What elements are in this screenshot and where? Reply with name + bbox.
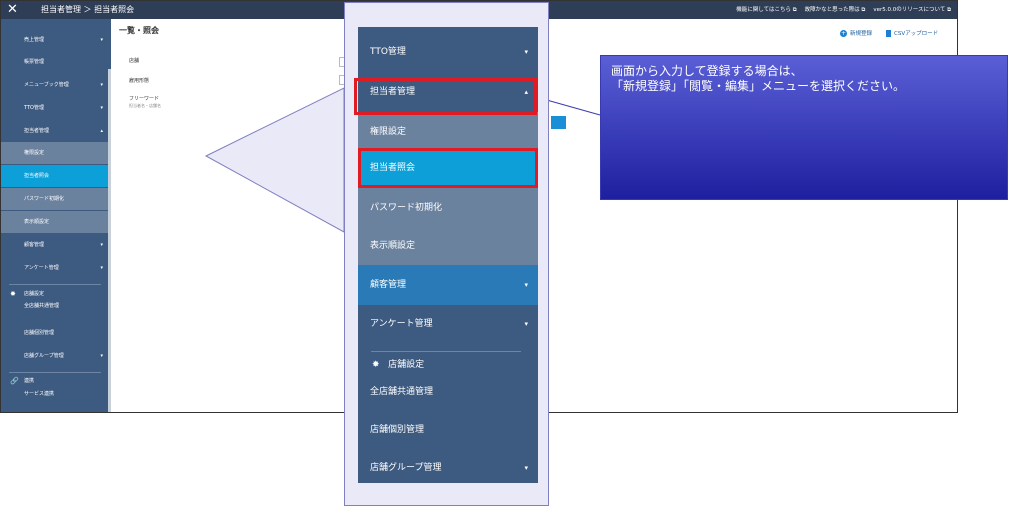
- zoom-item-label: 店舗個別管理: [370, 425, 425, 435]
- note-line-2: 「新規登録」「閲覧・編集」メニューを選択ください。: [611, 79, 906, 93]
- zoom-item-label: 顧客管理: [370, 280, 407, 290]
- zoom-divider: [371, 351, 521, 352]
- highlight-staff: [354, 78, 537, 115]
- chevron-down-icon: ▾: [524, 464, 528, 472]
- zoom-item-label: TTO管理: [370, 47, 406, 57]
- screenshot-root: ✕ 担当者管理 ＞ 担当者照会 機能に関してはこちら ⧉ 故障かなと思った際は …: [0, 0, 1024, 511]
- callout-wedge: [204, 87, 345, 233]
- chevron-down-icon: ▾: [524, 320, 528, 328]
- zoom-item-display-order[interactable]: 表示順設定: [358, 226, 538, 266]
- zoom-item-label: 全店舗共通管理: [370, 387, 434, 397]
- zoom-item-label: 権限設定: [370, 127, 407, 137]
- zoom-item-all-stores[interactable]: 全店舗共通管理: [358, 372, 538, 412]
- zoom-item-customers[interactable]: 顧客管理 ▾: [358, 265, 538, 305]
- zoom-item-password-reset[interactable]: パスワード初期化: [358, 188, 538, 228]
- zoom-item-label: 店舗グループ管理: [370, 463, 442, 473]
- zoom-item-label: アンケート管理: [370, 319, 433, 329]
- chevron-down-icon: ▾: [524, 281, 528, 289]
- zoom-item-permissions[interactable]: 権限設定: [358, 112, 538, 152]
- chevron-down-icon: ▾: [524, 48, 528, 56]
- zoom-item-tto[interactable]: TTO管理 ▾: [358, 32, 538, 72]
- gear-icon: ✸: [372, 360, 380, 370]
- note-line-1: 画面から入力して登録する場合は、: [611, 64, 803, 78]
- zoom-item-store-group[interactable]: 店舗グループ管理 ▾: [358, 448, 538, 488]
- highlight-staff-inquiry: [358, 148, 538, 188]
- zoom-heading-store: ✸ 店舗設定: [372, 360, 425, 370]
- zoom-item-label: パスワード初期化: [370, 203, 443, 213]
- zoom-item-survey[interactable]: アンケート管理 ▾: [358, 304, 538, 344]
- note-callout: 画面から入力して登録する場合は、 「新規登録」「閲覧・編集」メニューを選択くださ…: [600, 55, 1008, 200]
- zoom-item-store-individual[interactable]: 店舗個別管理: [358, 410, 538, 450]
- zoom-item-label: 表示順設定: [370, 241, 416, 251]
